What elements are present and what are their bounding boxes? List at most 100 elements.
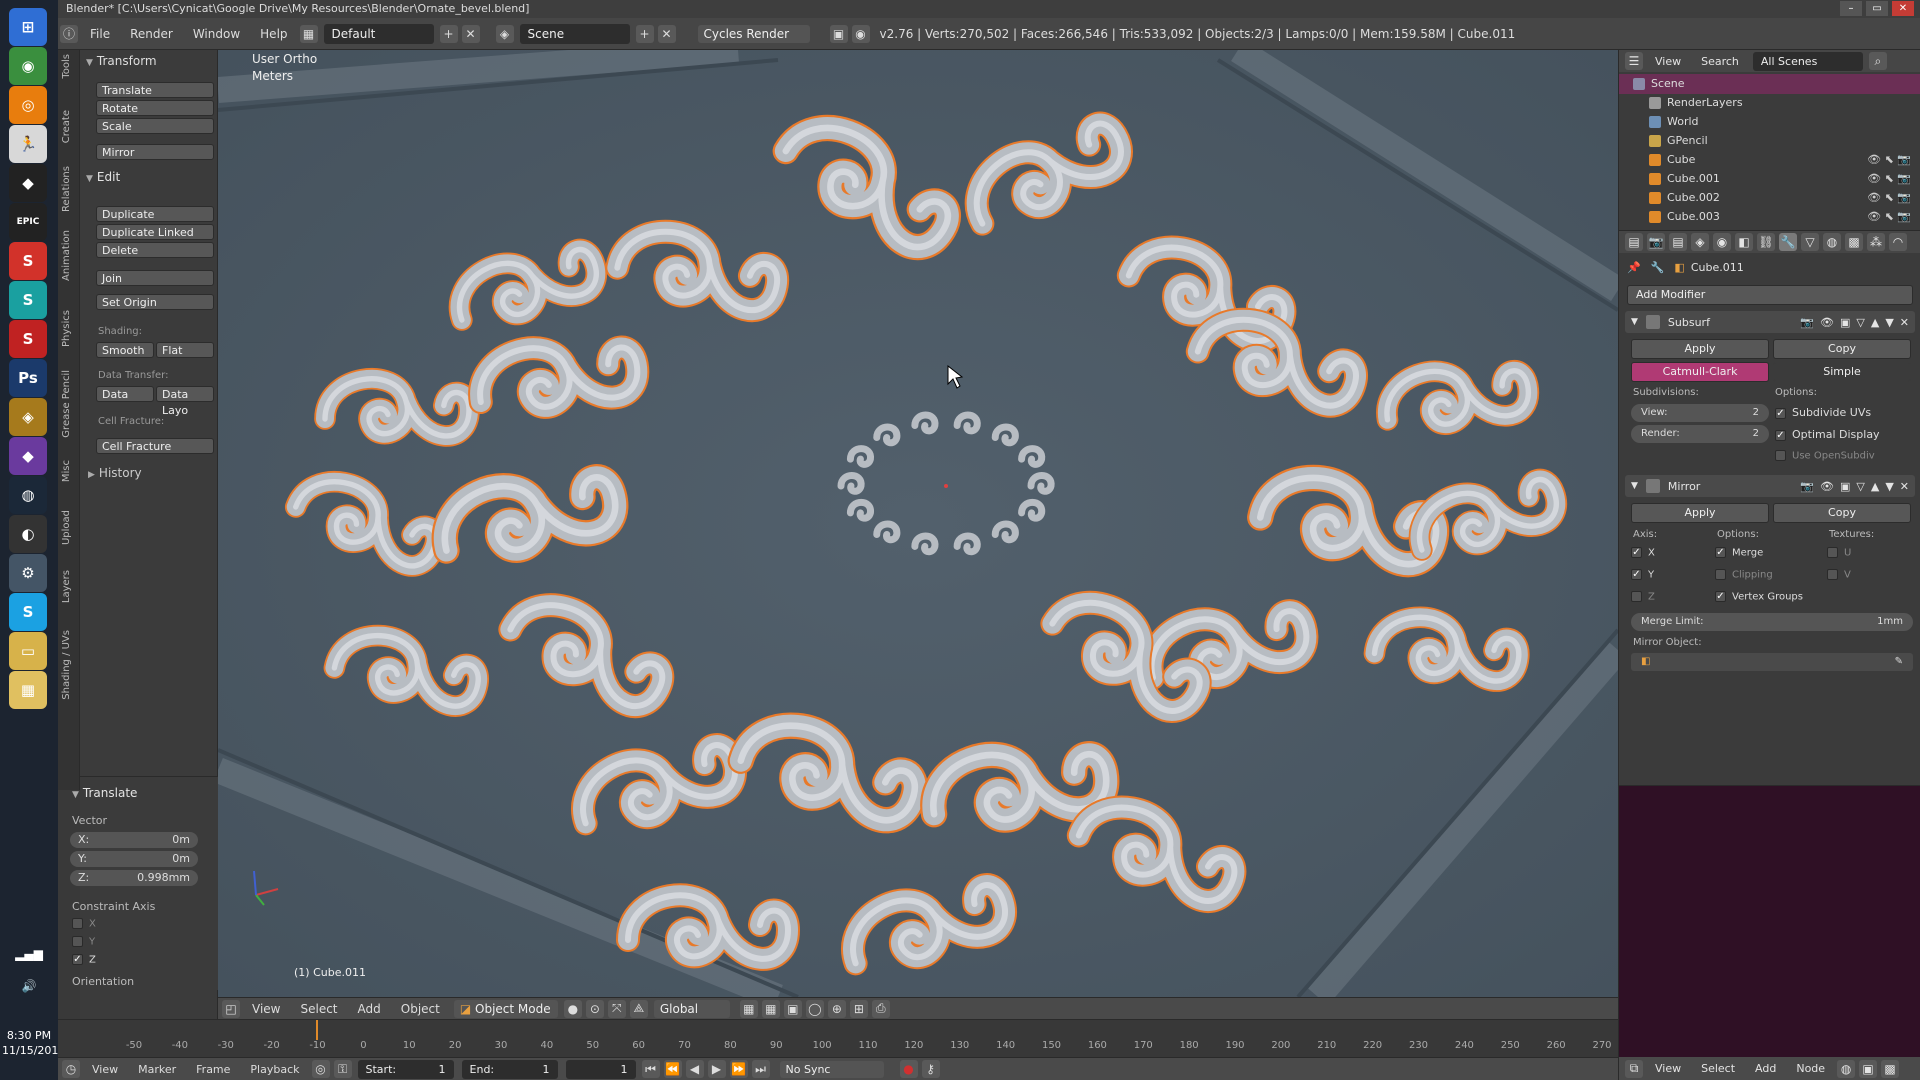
move-down-icon[interactable]: ▼: [1885, 316, 1893, 329]
object-tab-icon[interactable]: ◧: [1735, 233, 1753, 251]
menu-help[interactable]: Help: [250, 27, 297, 41]
timeline[interactable]: -50 -40 -30 -20 -10 0 10 20 30 40 50 60 70 80 90 100 110…: [58, 1019, 1618, 1057]
visibility-toggles[interactable]: 👁 ⬉ 📷: [1867, 169, 1911, 189]
mirror-modifier-header[interactable]: ▼ Mirror 📷 👁 ▣ ▽ ▲ ▼ ✕: [1625, 475, 1915, 497]
jump-end-icon[interactable]: ⏭: [751, 1060, 770, 1078]
tab-shading-uvs[interactable]: Shading / UVs: [61, 630, 72, 700]
texture-nodes-icon[interactable]: ▩: [1881, 1059, 1900, 1078]
proportional-edit-icon[interactable]: ◯: [805, 999, 824, 1018]
subdivide-uvs-checkbox[interactable]: ✓ Subdivide UVs: [1775, 406, 1871, 419]
prev-key-icon[interactable]: ⏪: [663, 1060, 682, 1078]
eyedropper-icon[interactable]: ✎: [1895, 653, 1903, 671]
settings-app-icon[interactable]: ⚙: [9, 554, 47, 592]
editor-type-icon[interactable]: ▤: [1625, 233, 1643, 251]
system-clock[interactable]: 8:30 PM 11/15/2015: [2, 1028, 65, 1058]
tab-relations[interactable]: Relations: [61, 166, 72, 212]
modifiers-tab-icon[interactable]: 🔧: [1779, 233, 1797, 251]
shading-solid-icon[interactable]: ●: [563, 999, 582, 1018]
select-menu[interactable]: Select: [1691, 1062, 1745, 1075]
outliner-item[interactable]: Cube.001 👁 ⬉ 📷: [1619, 169, 1920, 189]
opengl-render-icon[interactable]: ⎙: [871, 999, 890, 1018]
vertex-groups-checkbox[interactable]: ✓ Vertex Groups: [1715, 591, 1803, 603]
outliner-item[interactable]: GPencil: [1619, 131, 1920, 151]
render-toggle-icon[interactable]: 📷: [1800, 480, 1814, 493]
visibility-toggles[interactable]: 👁 ⬉ 📷: [1867, 150, 1911, 170]
scene-tab-icon[interactable]: ◈: [1691, 233, 1709, 251]
join-button[interactable]: Join: [96, 270, 214, 286]
cage-toggle-icon[interactable]: ▽: [1856, 480, 1864, 493]
layout-grid-icon[interactable]: ▦: [299, 24, 318, 43]
cell-fracture-button[interactable]: Cell Fracture: [96, 438, 214, 454]
data-layout-button[interactable]: Data Layo: [156, 386, 214, 417]
constraint-z-checkbox[interactable]: ✓ Z: [72, 954, 96, 966]
history-panel-header[interactable]: ▶ History: [88, 466, 142, 480]
lock-icon[interactable]: ⚿: [333, 1060, 352, 1078]
mirror-apply-button[interactable]: Apply: [1631, 503, 1769, 523]
mode-dropdown[interactable]: ◪ Object Mode: [453, 999, 558, 1018]
skype-icon[interactable]: S: [9, 593, 47, 631]
menu-window[interactable]: Window: [183, 27, 250, 41]
play-reverse-icon[interactable]: ◀: [685, 1060, 704, 1078]
snap-icon[interactable]: ⊕: [827, 999, 846, 1018]
remove-modifier-icon[interactable]: ✕: [1900, 480, 1909, 493]
editor-type-icon[interactable]: ◰: [222, 999, 240, 1018]
close-button[interactable]: ✕: [1892, 1, 1914, 16]
axis-z-checkbox[interactable]: Z: [1631, 591, 1655, 603]
operator-header[interactable]: ▼ Translate: [72, 786, 137, 800]
visibility-toggles[interactable]: 👁 ⬉ 📷: [1867, 188, 1911, 208]
material-tab-icon[interactable]: ◍: [1823, 233, 1841, 251]
remove-modifier-icon[interactable]: ✕: [1900, 316, 1909, 329]
tab-physics[interactable]: Physics: [61, 310, 72, 347]
layers-icon[interactable]: ▦: [739, 999, 758, 1018]
mirror-object-field[interactable]: ◧ ✎: [1631, 653, 1913, 671]
start-frame-field[interactable]: Start: 1: [357, 1059, 454, 1079]
3d-viewport[interactable]: User Ortho Meters (1) Cube.011: [218, 50, 1618, 997]
collapse-icon[interactable]: ▼: [1631, 317, 1638, 327]
scale-button[interactable]: Scale: [96, 118, 214, 134]
display-mode-dropdown[interactable]: All Scenes: [1752, 51, 1863, 71]
tab-animation[interactable]: Animation: [61, 230, 72, 281]
use-opensubdiv-checkbox[interactable]: Use OpenSubdiv: [1775, 450, 1875, 462]
modifier-name[interactable]: Mirror: [1668, 480, 1700, 493]
delete-button[interactable]: Delete: [96, 242, 214, 258]
tab-layers[interactable]: Layers: [61, 570, 72, 603]
constraint-x-checkbox[interactable]: X: [72, 918, 96, 930]
outliner-item[interactable]: Cube.002 👁 ⬉ 📷: [1619, 188, 1920, 208]
render-tab-icon[interactable]: 📷: [1647, 233, 1665, 251]
view-menu[interactable]: View: [242, 1002, 290, 1016]
texture-v-checkbox[interactable]: V: [1827, 569, 1851, 581]
render-preview-icon[interactable]: ▣: [783, 999, 802, 1018]
visibility-toggle-icon[interactable]: 👁: [1820, 480, 1834, 493]
transform-orientation-icon[interactable]: ⟁: [629, 999, 648, 1018]
end-frame-field[interactable]: End: 1: [461, 1059, 558, 1079]
menu-file[interactable]: File: [80, 27, 120, 41]
gimp-icon[interactable]: ◈: [9, 398, 47, 436]
texture-u-checkbox[interactable]: U: [1827, 547, 1851, 559]
maximize-button[interactable]: ▭: [1866, 1, 1888, 16]
orientation-dropdown[interactable]: Global: [653, 999, 730, 1018]
render-toggle-icon[interactable]: 📷: [1800, 316, 1814, 329]
jump-start-icon[interactable]: ⏮: [641, 1060, 660, 1078]
editor-type-icon[interactable]: ◷: [62, 1060, 80, 1078]
add-layout-icon[interactable]: +: [439, 24, 458, 43]
constraint-y-checkbox[interactable]: Y: [72, 936, 95, 948]
tab-grease-pencil[interactable]: Grease Pencil: [61, 370, 72, 438]
collapse-icon[interactable]: ▼: [1631, 481, 1638, 491]
move-up-icon[interactable]: ▲: [1871, 480, 1879, 493]
render-layers-tab-icon[interactable]: ▤: [1669, 233, 1687, 251]
data-tab-icon[interactable]: ▽: [1801, 233, 1819, 251]
add-menu[interactable]: Add: [1745, 1062, 1786, 1075]
keying-icon[interactable]: ◎: [311, 1060, 330, 1078]
snap-element-icon[interactable]: ⊞: [849, 999, 868, 1018]
figure-app-icon[interactable]: 🏃: [9, 125, 47, 163]
render-levels-field[interactable]: Render: 2: [1631, 425, 1769, 443]
layers-icon-2[interactable]: ▦: [761, 999, 780, 1018]
add-modifier-dropdown[interactable]: Add Modifier: [1627, 285, 1913, 305]
editmode-toggle-icon[interactable]: ▣: [1840, 316, 1850, 329]
visibility-toggle-icon[interactable]: 👁: [1820, 316, 1834, 329]
particles-tab-icon[interactable]: ⁂: [1867, 233, 1885, 251]
search-menu[interactable]: Search: [1691, 55, 1749, 68]
cage-toggle-icon[interactable]: ▽: [1856, 316, 1864, 329]
tab-upload[interactable]: Upload: [61, 510, 72, 545]
current-frame-marker[interactable]: [316, 1020, 318, 1040]
